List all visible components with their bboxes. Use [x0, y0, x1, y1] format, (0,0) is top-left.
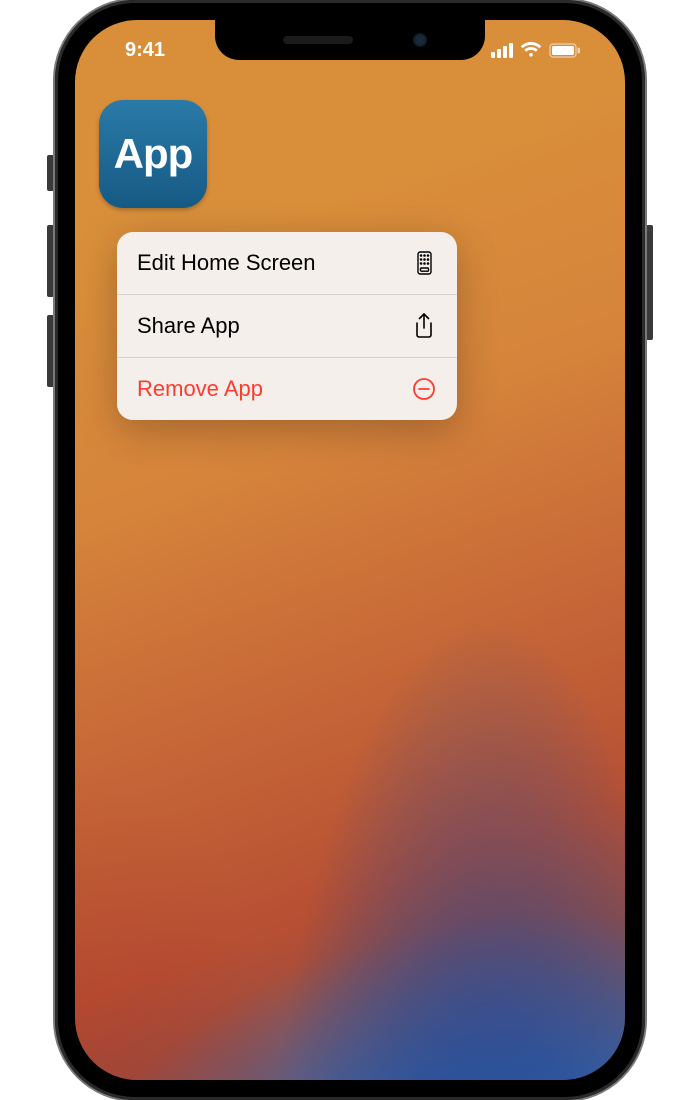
app-icon[interactable]: App: [99, 100, 207, 208]
mute-switch[interactable]: [47, 155, 54, 191]
context-menu: Edit Home Screen Share App Remove App: [117, 232, 457, 420]
app-icon-label: App: [114, 130, 193, 178]
menu-item-label: Share App: [137, 313, 240, 339]
menu-item-label: Remove App: [137, 376, 263, 402]
status-time: 9:41: [125, 39, 165, 62]
menu-item-share-app[interactable]: Share App: [117, 295, 457, 358]
minus-circle-icon: [411, 376, 437, 402]
status-bar: 9:41: [75, 30, 625, 70]
menu-item-edit-home-screen[interactable]: Edit Home Screen: [117, 232, 457, 295]
cellular-signal-icon: [491, 43, 513, 58]
screen: 9:41 App Edit Home Screen: [75, 20, 625, 1080]
phone-frame: 9:41 App Edit Home Screen: [55, 0, 645, 1100]
menu-item-remove-app[interactable]: Remove App: [117, 358, 457, 420]
share-icon: [411, 313, 437, 339]
battery-icon: [549, 43, 581, 58]
volume-up-button[interactable]: [47, 225, 54, 297]
menu-item-label: Edit Home Screen: [137, 250, 316, 276]
power-button[interactable]: [646, 225, 653, 340]
volume-down-button[interactable]: [47, 315, 54, 387]
wifi-icon: [520, 42, 542, 58]
device-icon: [411, 250, 437, 276]
